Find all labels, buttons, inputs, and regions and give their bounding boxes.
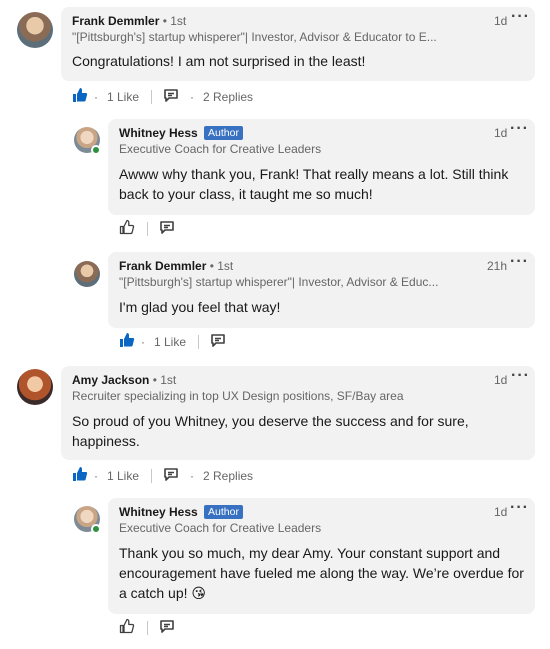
reply-icon[interactable] <box>159 618 175 638</box>
comment-actions: · 1 Like · 2 Replies <box>72 87 372 107</box>
avatar[interactable] <box>74 261 100 287</box>
like-icon[interactable] <box>72 87 88 107</box>
more-options-icon[interactable]: ··· <box>510 120 529 138</box>
comment-text: Awww why thank you, Frank! That really m… <box>119 166 509 202</box>
like-icon[interactable] <box>119 219 135 239</box>
connection-degree: • 1st <box>152 373 177 387</box>
comment-bubble: Frank Demmler • 1st "[Pittsburgh's] star… <box>61 7 535 81</box>
comment-text: So proud of you Whitney, you deserve the… <box>72 413 469 449</box>
commenter-headline: "[Pittsburgh's] startup whisperer"| Inve… <box>119 275 439 289</box>
commenter-headline: Recruiter specializing in top UX Design … <box>72 389 404 403</box>
like-icon[interactable] <box>72 466 88 486</box>
divider <box>147 621 148 635</box>
divider <box>151 469 152 483</box>
comment-text: Congratulations! I am not surprised in t… <box>72 53 366 69</box>
likes-count[interactable]: 1 Like <box>107 466 139 486</box>
commenter-name[interactable]: Frank Demmler <box>72 14 159 28</box>
more-options-icon[interactable]: ··· <box>510 499 529 517</box>
comment-time: 1d <box>494 126 508 140</box>
comment-time: 1d <box>494 373 508 387</box>
more-options-icon[interactable]: ··· <box>510 253 529 271</box>
commenter-name[interactable]: Whitney Hess <box>119 505 198 519</box>
comment-bubble: Frank Demmler • 1st "[Pittsburgh's] star… <box>108 252 535 328</box>
divider <box>198 335 199 349</box>
connection-degree: • 1st <box>162 14 187 28</box>
commenter-headline: Executive Coach for Creative Leaders <box>119 142 322 156</box>
like-icon[interactable] <box>119 618 135 638</box>
comment-text: I'm glad you feel that way! <box>119 299 281 315</box>
author-badge: Author <box>204 505 243 519</box>
replies-count[interactable]: 2 Replies <box>203 466 253 486</box>
online-status-indicator <box>91 145 101 155</box>
avatar[interactable] <box>17 12 53 48</box>
comment-actions: · 1 Like · 2 Replies <box>72 466 372 486</box>
more-options-icon[interactable]: ··· <box>511 8 530 26</box>
comment-time: 21h <box>487 259 508 273</box>
comment-bubble: Whitney Hess Author Executive Coach for … <box>108 119 535 215</box>
commenter-headline: Executive Coach for Creative Leaders <box>119 521 322 535</box>
separator-dot: · <box>190 469 194 483</box>
comment-actions <box>119 618 319 638</box>
online-status-indicator <box>91 524 101 534</box>
comment-actions <box>119 219 319 239</box>
separator-dot: · <box>190 90 194 104</box>
like-icon[interactable] <box>119 332 135 352</box>
connection-degree: • 1st <box>209 259 234 273</box>
comment-time: 1d <box>494 505 508 519</box>
commenter-headline: "[Pittsburgh's] startup whisperer"| Inve… <box>72 30 437 44</box>
reply-icon[interactable] <box>210 332 226 352</box>
commenter-name[interactable]: Amy Jackson <box>72 373 149 387</box>
reply-icon[interactable] <box>163 466 179 486</box>
comment-bubble: Amy Jackson • 1st Recruiter specializing… <box>61 366 535 460</box>
comment-text: Thank you so much, my dear Amy. Your con… <box>119 545 524 601</box>
likes-count[interactable]: 1 Like <box>107 87 139 107</box>
separator-dot: · <box>141 335 145 349</box>
comment-bubble: Whitney Hess Author Executive Coach for … <box>108 498 535 614</box>
divider <box>147 222 148 236</box>
separator-dot: · <box>94 469 98 483</box>
replies-count[interactable]: 2 Replies <box>203 87 253 107</box>
commenter-name[interactable]: Whitney Hess <box>119 126 198 140</box>
more-options-icon[interactable]: ··· <box>511 367 530 385</box>
avatar[interactable] <box>17 369 53 405</box>
comment-time: 1d <box>494 14 508 28</box>
reply-icon[interactable] <box>163 87 179 107</box>
commenter-name[interactable]: Frank Demmler <box>119 259 206 273</box>
separator-dot: · <box>94 90 98 104</box>
likes-count[interactable]: 1 Like <box>154 332 186 352</box>
comment-actions: · 1 Like <box>119 332 319 352</box>
reply-icon[interactable] <box>159 219 175 239</box>
author-badge: Author <box>204 126 243 140</box>
divider <box>151 90 152 104</box>
